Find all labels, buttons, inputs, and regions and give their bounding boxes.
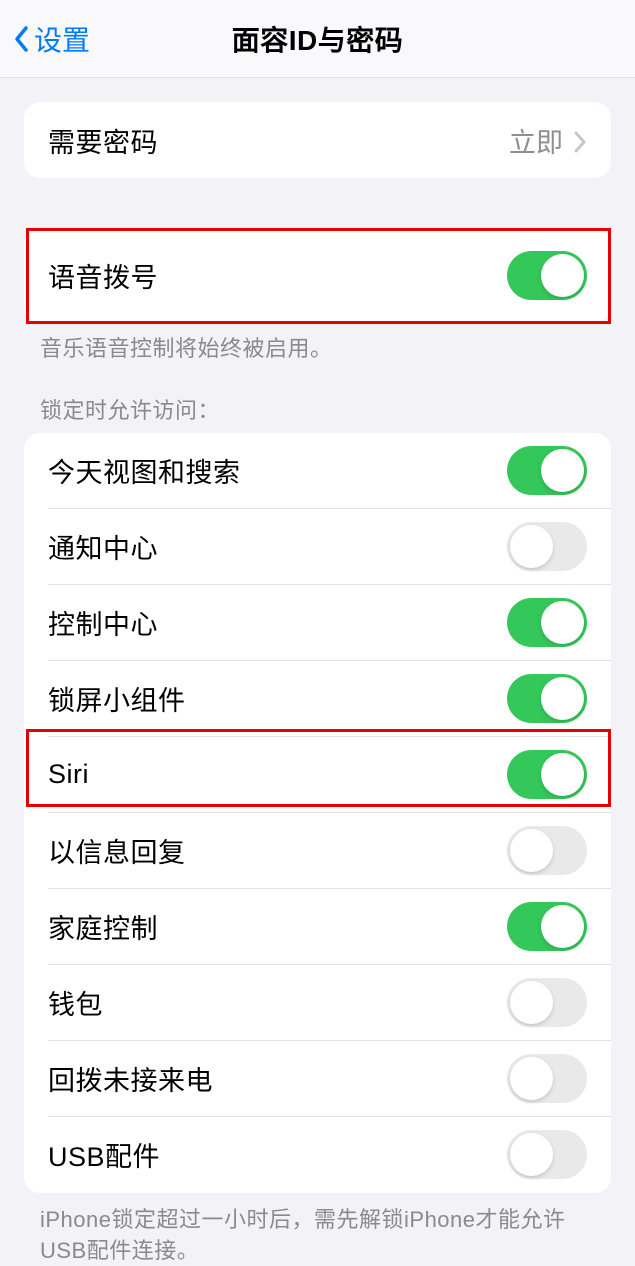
lock-access-footer: iPhone锁定超过一小时后，需先解锁iPhone才能允许USB配件连接。 <box>0 1193 635 1266</box>
voice-dial-row: 语音拨号 <box>24 228 611 322</box>
voice-dial-group: 语音拨号 <box>24 228 611 322</box>
lock-access-toggle[interactable] <box>507 598 587 647</box>
lock-access-header: 锁定时允许访问： <box>0 365 635 433</box>
lock-access-toggle[interactable] <box>507 750 587 799</box>
lock-access-row: 以信息回复 <box>24 813 611 889</box>
lock-access-label: 控制中心 <box>48 603 158 642</box>
lock-access-row: 回拨未接来电 <box>24 1041 611 1117</box>
lock-access-row: 控制中心 <box>24 585 611 661</box>
page-title: 面容ID与密码 <box>232 19 404 59</box>
lock-access-label: Siri <box>48 759 89 790</box>
voice-dial-label: 语音拨号 <box>48 256 158 295</box>
voice-dial-toggle[interactable] <box>507 251 587 300</box>
lock-access-toggle[interactable] <box>507 826 587 875</box>
require-passcode-group: 需要密码 立即 <box>24 102 611 178</box>
back-button[interactable]: 设置 <box>12 19 90 59</box>
lock-access-label: 家庭控制 <box>48 907 158 946</box>
lock-access-toggle[interactable] <box>507 1130 587 1179</box>
lock-access-toggle[interactable] <box>507 902 587 951</box>
lock-access-group: 今天视图和搜索通知中心控制中心锁屏小组件 Siri 以信息回复家庭控制钱包回拨未接来… <box>24 433 611 1193</box>
lock-access-toggle[interactable] <box>507 522 587 571</box>
lock-access-row: 钱包 <box>24 965 611 1041</box>
back-label: 设置 <box>34 19 90 59</box>
lock-access-toggle[interactable] <box>507 446 587 495</box>
lock-access-toggle[interactable] <box>507 978 587 1027</box>
lock-access-toggle[interactable] <box>507 674 587 723</box>
lock-access-label: USB配件 <box>48 1135 160 1174</box>
lock-access-toggle[interactable] <box>507 1054 587 1103</box>
lock-access-label: 回拨未接来电 <box>48 1059 213 1098</box>
chevron-right-icon <box>573 129 587 151</box>
lock-access-row: USB配件 <box>24 1117 611 1193</box>
lock-access-label: 以信息回复 <box>48 831 186 870</box>
lock-access-row: 锁屏小组件 <box>24 661 611 737</box>
lock-access-row: 家庭控制 <box>24 889 611 965</box>
require-passcode-label: 需要密码 <box>48 121 158 160</box>
lock-access-label: 通知中心 <box>48 527 158 566</box>
lock-access-row: Siri <box>24 737 611 813</box>
chevron-left-icon <box>12 23 32 55</box>
lock-access-label: 锁屏小组件 <box>48 679 186 718</box>
nav-bar: 设置 面容ID与密码 <box>0 0 635 78</box>
lock-access-label: 今天视图和搜索 <box>48 451 241 490</box>
lock-access-row: 通知中心 <box>24 509 611 585</box>
require-passcode-value: 立即 <box>509 121 587 160</box>
require-passcode-row[interactable]: 需要密码 立即 <box>24 102 611 178</box>
lock-access-label: 钱包 <box>48 983 103 1022</box>
lock-access-row: 今天视图和搜索 <box>24 433 611 509</box>
voice-dial-footer: 音乐语音控制将始终被启用。 <box>0 322 635 365</box>
